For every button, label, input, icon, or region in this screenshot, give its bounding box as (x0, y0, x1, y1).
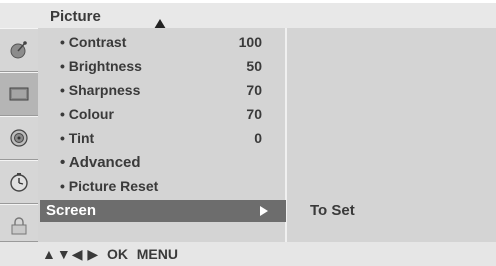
menu-label: MENU (136, 246, 178, 262)
category-time[interactable] (0, 160, 38, 204)
menu-item-label: • Advanced (60, 154, 141, 171)
category-channel[interactable] (0, 28, 38, 72)
clock-icon (10, 173, 28, 192)
menu-item-label: • Brightness (60, 58, 142, 74)
lock-icon (11, 217, 27, 235)
tv-screen-icon (9, 87, 29, 101)
menu-item-contrast[interactable]: • Contrast 100 (40, 30, 284, 54)
nav-hint: ▲▼◀ ▶ OK MENU (42, 246, 179, 263)
menu-item-label: • Colour (60, 106, 114, 122)
menu-item-advanced[interactable]: • Advanced (40, 150, 284, 174)
category-picture[interactable] (0, 72, 38, 116)
arrow-down-icon: ▼ (56, 246, 71, 262)
arrow-right-icon: ▶ (87, 246, 99, 262)
category-sound[interactable] (0, 116, 38, 160)
menu-item-tint[interactable]: • Tint 0 (40, 126, 284, 150)
menu-item-picture-reset[interactable]: • Picture Reset (40, 174, 284, 198)
arrow-left-icon: ◀ (71, 246, 83, 262)
menu-item-value: 70 (246, 106, 262, 122)
menu-item-label: • Picture Reset (60, 178, 159, 194)
menu-item-label: • Tint (60, 130, 95, 146)
menu-item-label: • Contrast (60, 34, 127, 50)
menu-item-value: 70 (246, 82, 262, 98)
menu-item-brightness[interactable]: • Brightness 50 (40, 54, 284, 78)
navigation-guide: ▲▼◀ ▶ OK MENU (0, 242, 496, 266)
chevron-right-icon (260, 206, 268, 216)
menu-category-sidebar (0, 28, 38, 242)
menu-title: Picture (50, 8, 101, 25)
menu-item-value: 50 (246, 58, 262, 74)
arrow-up-icon: ▲ (42, 246, 56, 262)
menu-item-colour[interactable]: • Colour 70 (40, 102, 284, 126)
satellite-dish-icon (10, 41, 27, 59)
ok-label: OK (106, 246, 128, 262)
menu-item-value: 100 (238, 34, 262, 50)
menu-item-screen-selected[interactable]: Screen (40, 200, 286, 222)
submenu-hint: To Set (310, 202, 355, 219)
menu-item-value: 0 (254, 130, 262, 146)
speaker-icon (10, 129, 28, 147)
menu-item-sharpness[interactable]: • Sharpness 70 (40, 78, 284, 102)
category-lock[interactable] (0, 204, 38, 242)
menu-item-label: • Sharpness (60, 82, 141, 98)
menu-item-label: Screen (46, 202, 97, 219)
